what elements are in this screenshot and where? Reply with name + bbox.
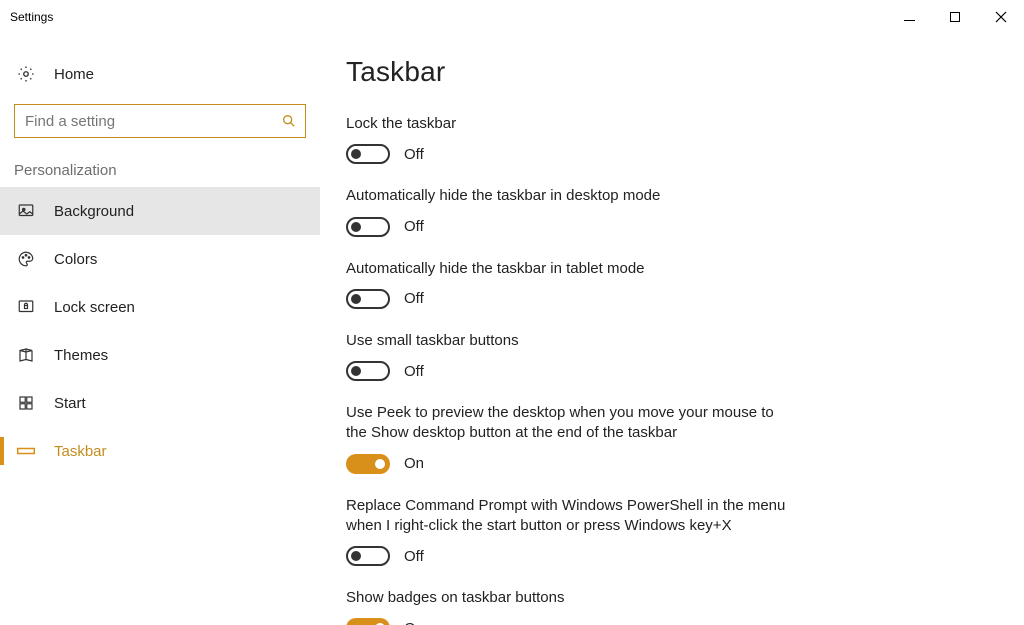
sidebar-nav-list: Background Colors Lock screen Themes Start Ta… — [0, 187, 320, 475]
toggle-knob — [351, 551, 361, 561]
setting-item: Replace Command Prompt with Windows Powe… — [346, 496, 796, 567]
toggle-knob — [375, 459, 385, 469]
toggle-switch[interactable] — [346, 546, 390, 566]
sidebar-category-label: Personalization — [0, 150, 320, 187]
start-icon — [16, 394, 36, 412]
sidebar-item-label: Colors — [54, 251, 97, 268]
sidebar-item-label: Background — [54, 203, 134, 220]
app-title: Settings — [10, 10, 53, 24]
setting-item: Use Peek to preview the desktop when you… — [346, 403, 796, 474]
toggle-knob — [351, 366, 361, 376]
close-icon — [995, 11, 1007, 23]
sidebar-home-button[interactable]: Home — [0, 50, 320, 98]
maximize-icon — [950, 12, 960, 22]
setting-item: Use small taskbar buttons Off — [346, 331, 796, 381]
sidebar-item-colors[interactable]: Colors — [0, 235, 320, 283]
setting-label: Replace Command Prompt with Windows Powe… — [346, 496, 796, 537]
setting-item: Lock the taskbar Off — [346, 114, 796, 164]
window-controls — [886, 0, 1024, 34]
setting-label: Use small taskbar buttons — [346, 331, 796, 351]
search-box[interactable] — [14, 104, 306, 138]
setting-item: Automatically hide the taskbar in deskto… — [346, 186, 796, 236]
search-icon — [281, 113, 297, 129]
toggle-row: Off — [346, 289, 796, 309]
toggle-state-label: Off — [404, 146, 424, 163]
toggle-state-label: Off — [404, 548, 424, 565]
toggle-switch[interactable] — [346, 144, 390, 164]
setting-label: Use Peek to preview the desktop when you… — [346, 403, 796, 444]
toggle-switch[interactable] — [346, 217, 390, 237]
setting-label: Automatically hide the taskbar in deskto… — [346, 186, 796, 206]
colors-icon — [16, 250, 36, 268]
toggle-switch[interactable] — [346, 289, 390, 309]
page-title: Taskbar — [346, 56, 984, 88]
sidebar-item-lock-screen[interactable]: Lock screen — [0, 283, 320, 331]
taskbar-icon — [16, 442, 36, 460]
window-minimize-button[interactable] — [886, 0, 932, 34]
settings-list: Lock the taskbar Off Automatically hide th… — [346, 114, 984, 625]
toggle-state-label: On — [404, 620, 424, 625]
toggle-switch[interactable] — [346, 361, 390, 381]
window-close-button[interactable] — [978, 0, 1024, 34]
toggle-row: Off — [346, 546, 796, 566]
main-content: Taskbar Lock the taskbar Off Automatically… — [320, 34, 1024, 625]
toggle-knob — [351, 294, 361, 304]
toggle-state-label: Off — [404, 363, 424, 380]
app-container: Home Personalization Background Colors Loc… — [0, 34, 1024, 625]
lockscreen-icon — [16, 298, 36, 316]
toggle-row: Off — [346, 144, 796, 164]
search-wrap — [0, 98, 320, 150]
toggle-state-label: Off — [404, 290, 424, 307]
toggle-switch[interactable] — [346, 454, 390, 474]
toggle-row: Off — [346, 217, 796, 237]
themes-icon — [16, 346, 36, 364]
toggle-state-label: On — [404, 455, 424, 472]
setting-label: Automatically hide the taskbar in tablet… — [346, 259, 796, 279]
setting-label: Lock the taskbar — [346, 114, 796, 134]
toggle-knob — [351, 222, 361, 232]
sidebar-item-label: Start — [54, 395, 86, 412]
toggle-switch[interactable] — [346, 618, 390, 625]
sidebar-item-taskbar[interactable]: Taskbar — [0, 427, 320, 475]
setting-item: Automatically hide the taskbar in tablet… — [346, 259, 796, 309]
sidebar-item-themes[interactable]: Themes — [0, 331, 320, 379]
window-maximize-button[interactable] — [932, 0, 978, 34]
toggle-row: Off — [346, 361, 796, 381]
toggle-row: On — [346, 454, 796, 474]
toggle-row: On — [346, 618, 796, 625]
home-label: Home — [54, 66, 94, 83]
toggle-knob — [351, 149, 361, 159]
sidebar-item-label: Taskbar — [54, 443, 107, 460]
sidebar-item-background[interactable]: Background — [0, 187, 320, 235]
titlebar: Settings — [0, 0, 1024, 34]
search-input[interactable] — [25, 113, 275, 130]
sidebar-item-label: Themes — [54, 347, 108, 364]
minimize-icon — [904, 20, 915, 21]
toggle-state-label: Off — [404, 218, 424, 235]
setting-item: Show badges on taskbar buttons On — [346, 588, 796, 625]
gear-icon — [16, 65, 36, 83]
setting-label: Show badges on taskbar buttons — [346, 588, 796, 608]
background-icon — [16, 202, 36, 220]
sidebar-item-start[interactable]: Start — [0, 379, 320, 427]
sidebar: Home Personalization Background Colors Loc… — [0, 34, 320, 625]
sidebar-item-label: Lock screen — [54, 299, 135, 316]
